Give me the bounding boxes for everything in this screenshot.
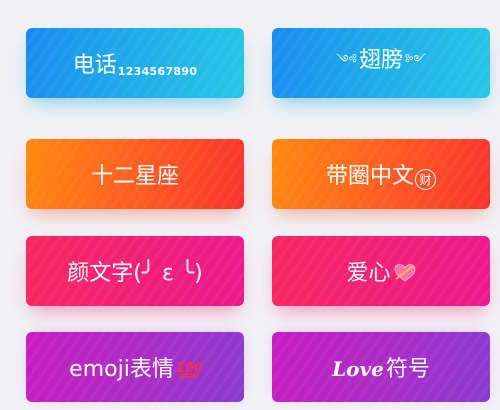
fancy-text-menu: 电话 1234567890 ༺ 翅膀 ༻ 十二星座 带圈中文 财 颜文字(╯ ε… [0, 0, 500, 410]
heart-button[interactable]: 爱心 [272, 236, 490, 306]
circled-chinese-label: 带圈中文 [325, 164, 414, 189]
zodiac-button[interactable]: 十二星座 [26, 139, 244, 209]
love-symbol-label: 符号 [385, 357, 430, 382]
zodiac-label: 十二星座 [90, 164, 179, 189]
heart-arrow-icon [394, 263, 416, 289]
heart-label: 爱心 [346, 261, 391, 286]
circled-chinese-button[interactable]: 带圈中文 财 [272, 139, 490, 209]
love-script-text: Love [332, 357, 384, 381]
phone-label: 电话 [72, 53, 117, 78]
hundred-points-icon: 100 [175, 358, 203, 384]
emoji-label: emoji表情 [69, 357, 174, 382]
phone-digits: 1234567890 [117, 65, 198, 78]
love-symbol-button[interactable]: Love 符号 [272, 332, 490, 402]
circled-char: 财 [415, 169, 436, 190]
kaomoji-button[interactable]: 颜文字(╯ ε ╰) [26, 236, 244, 306]
wings-button[interactable]: ༺ 翅膀 ༻ [272, 28, 490, 98]
wings-label: 翅膀 [358, 47, 403, 73]
emoji-button[interactable]: emoji表情 100 [26, 332, 244, 402]
wings-right-ornament: ༻ [405, 52, 426, 68]
phone-button[interactable]: 电话 1234567890 [26, 28, 244, 98]
wings-left-ornament: ༺ [336, 52, 357, 68]
kaomoji-label: 颜文字(╯ ε ╰) [67, 261, 203, 286]
